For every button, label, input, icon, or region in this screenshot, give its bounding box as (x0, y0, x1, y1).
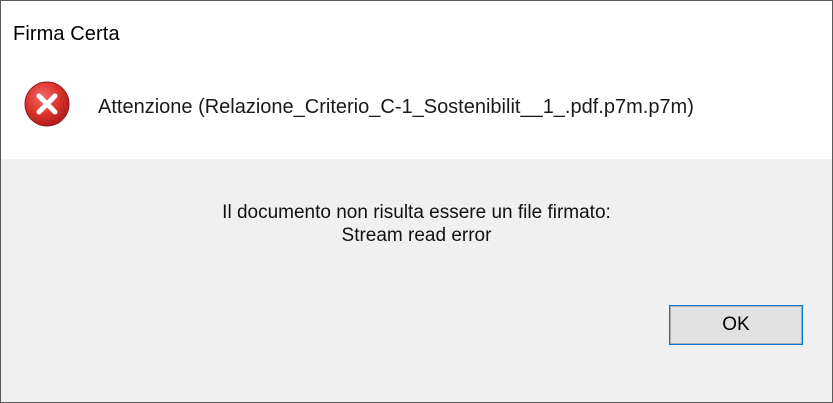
error-message: Il documento non risulta essere un file … (1, 201, 832, 247)
error-message-line: Il documento non risulta essere un file … (222, 202, 611, 223)
window-title: Firma Certa (13, 23, 120, 45)
ok-button[interactable]: OK (669, 305, 803, 345)
dialog-body: Il documento non risulta essere un file … (1, 159, 832, 402)
dialog-header: Attenzione (Relazione_Criterio_C-1_Soste… (1, 75, 832, 159)
error-detail-line: Stream read error (341, 225, 492, 246)
dialog-heading: Attenzione (Relazione_Criterio_C-1_Soste… (98, 96, 694, 118)
error-icon (24, 81, 70, 127)
error-dialog: Firma Certa Attenzione (Relazione_Criter… (0, 0, 833, 403)
title-bar: Firma Certa (1, 1, 832, 75)
